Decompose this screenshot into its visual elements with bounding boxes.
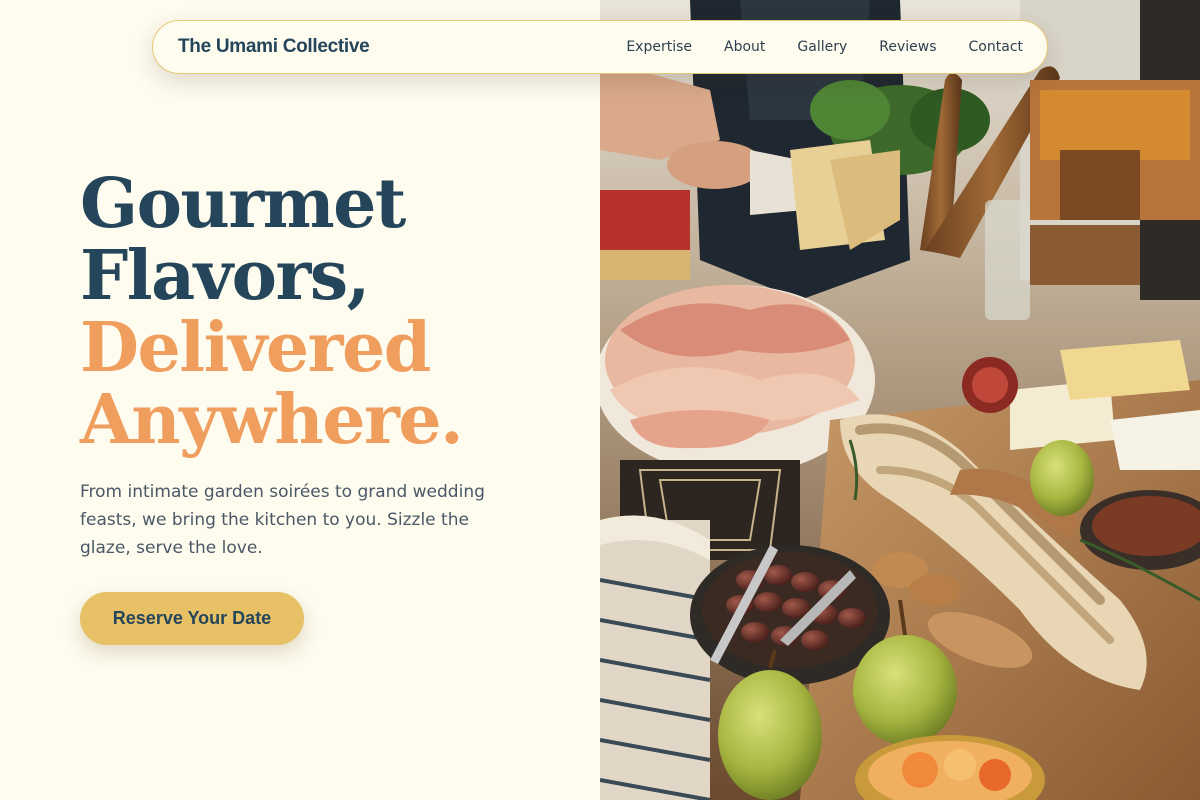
- nav-link-contact[interactable]: Contact: [953, 39, 1023, 55]
- reserve-date-button[interactable]: Reserve Your Date: [80, 592, 304, 645]
- brand-logo-text[interactable]: The Umami Collective: [178, 36, 370, 58]
- grazing-table-illustration: [600, 0, 1200, 800]
- nav-link-gallery[interactable]: Gallery: [781, 39, 863, 55]
- hero-subcopy: From intimate garden soirées to grand we…: [80, 482, 485, 558]
- headline-accent-line: Delivered: [80, 308, 431, 388]
- headline-line: Flavors,: [80, 236, 370, 316]
- navbar: The Umami Collective Expertise About Gal…: [152, 20, 1048, 74]
- grazing-table-photo: [600, 0, 1200, 800]
- nav-link-reviews[interactable]: Reviews: [863, 39, 952, 55]
- headline-accent-line: Anywhere.: [80, 380, 464, 460]
- nav-link-about[interactable]: About: [708, 39, 781, 55]
- headline-line: Gourmet: [80, 164, 406, 244]
- hero-section: Gourmet Flavors, Delivered Anywhere. Fro…: [80, 168, 560, 645]
- nav-links: Expertise About Gallery Reviews Contact: [610, 39, 1023, 55]
- nav-link-expertise[interactable]: Expertise: [610, 39, 708, 55]
- hero-headline: Gourmet Flavors, Delivered Anywhere.: [80, 168, 560, 456]
